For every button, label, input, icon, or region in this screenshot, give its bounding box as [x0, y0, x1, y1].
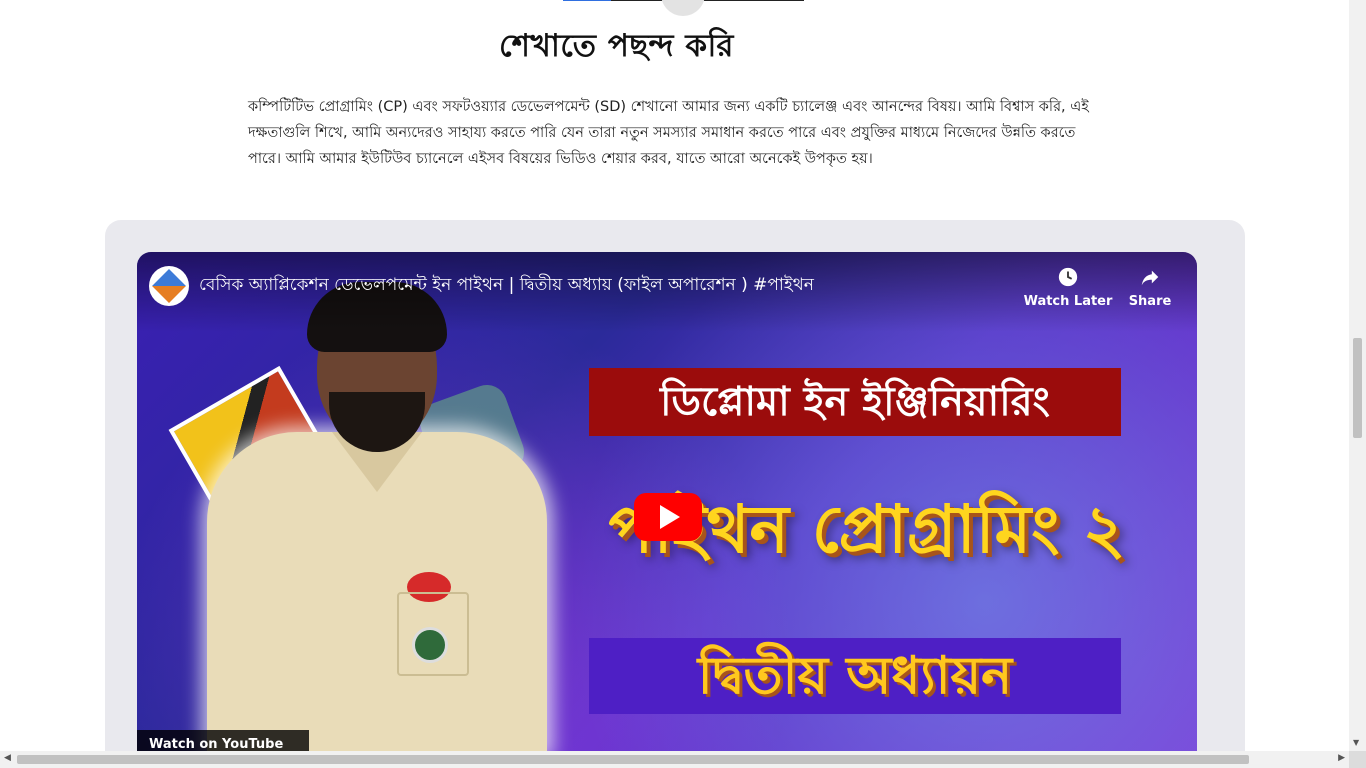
video-title-link[interactable]: বেসিক অ্যাপ্লিকেশন ডেভেলপমেন্ট ইন পাইথন …: [199, 272, 1019, 300]
play-button[interactable]: [634, 493, 702, 541]
clock-icon: [1058, 267, 1078, 287]
share-label: Share: [1128, 294, 1172, 309]
scroll-down-arrow-icon[interactable]: ▼: [1353, 738, 1359, 747]
vertical-scrollbar[interactable]: ▼: [1349, 0, 1366, 751]
play-icon: [660, 505, 680, 529]
youtube-player[interactable]: ডিপ্লোমা ইন ইঞ্জিনিয়ারিং পাইথন প্রোগ্রা…: [137, 252, 1197, 752]
watch-later-button[interactable]: Watch Later: [1023, 266, 1113, 309]
horizontal-scroll-thumb[interactable]: [17, 755, 1249, 764]
watch-later-label: Watch Later: [1023, 294, 1113, 309]
watch-on-youtube-button[interactable]: Watch on YouTube: [137, 730, 309, 752]
thumbnail-text-diploma: ডিপ্লোমা ইন ইঞ্জিনিয়ারিং: [589, 368, 1121, 436]
share-arrow-icon: [1141, 270, 1159, 286]
scrollbar-corner: [1349, 751, 1366, 768]
share-button[interactable]: Share: [1105, 266, 1195, 309]
horizontal-scrollbar[interactable]: ◀ ▶: [0, 751, 1349, 768]
scroll-right-arrow-icon[interactable]: ▶: [1338, 753, 1345, 763]
divider-accent: [563, 0, 611, 1]
channel-logo-icon: [152, 269, 186, 303]
section-paragraph: কম্পিটিটিভ প্রোগ্রামিং (CP) এবং সফটওয়্য…: [248, 99, 1089, 167]
section-heading: শেখাতে পছন্দ করি: [499, 28, 734, 64]
channel-avatar[interactable]: [149, 266, 189, 306]
thumbnail-text-chapter: দ্বিতীয় অধ্যায়ন: [589, 638, 1121, 714]
thumbnail-person-image: [207, 282, 547, 752]
vertical-scroll-thumb[interactable]: [1353, 338, 1362, 438]
scroll-left-arrow-icon[interactable]: ◀: [4, 753, 11, 763]
scroll-top-circle[interactable]: [661, 0, 705, 16]
